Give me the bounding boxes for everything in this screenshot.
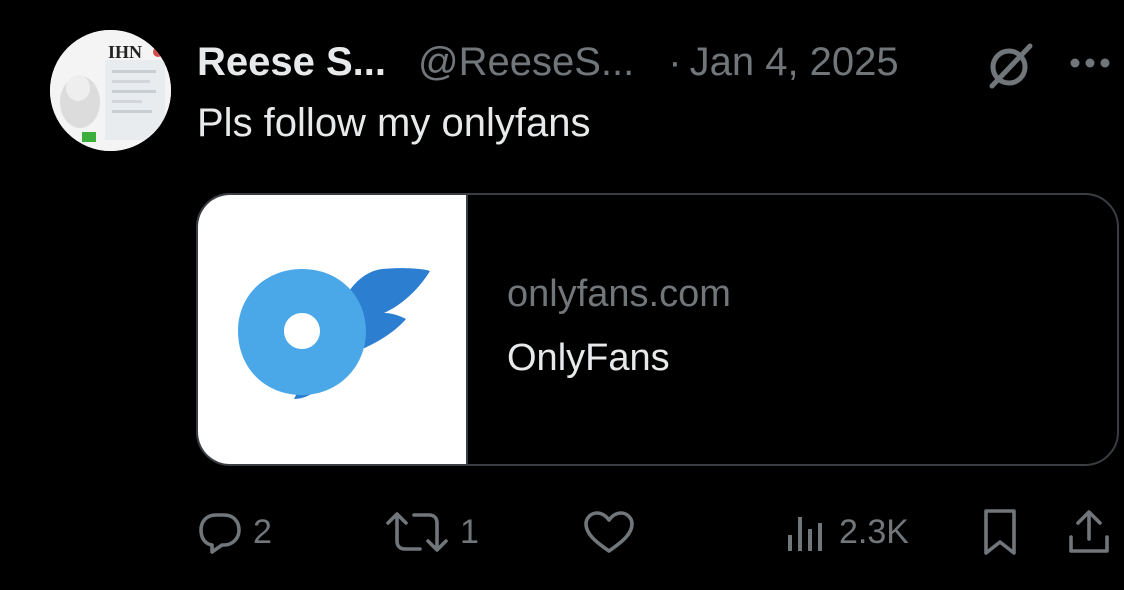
bookmark-button[interactable]: [980, 506, 1020, 558]
more-icon[interactable]: [1066, 50, 1114, 76]
author-avatar[interactable]: IHN: [50, 30, 171, 151]
retweet-icon: [386, 512, 448, 552]
retweet-count: 1: [460, 512, 479, 551]
onlyfans-logo-icon: [238, 268, 430, 399]
reply-button[interactable]: 2: [197, 506, 272, 558]
bookmark-icon: [984, 509, 1016, 555]
heart-icon: [584, 511, 634, 553]
card-title: OnlyFans: [507, 337, 670, 379]
like-button[interactable]: [582, 506, 646, 558]
tweet-header: Reese S... @ReeseS... · Jan 4, 2025: [197, 36, 899, 88]
views-count: 2.3K: [839, 512, 909, 551]
header-separator: ·: [668, 39, 682, 84]
profile-avatar-icon: IHN: [50, 30, 171, 151]
link-card[interactable]: onlyfans.com OnlyFans: [196, 193, 1119, 466]
share-button[interactable]: [1066, 506, 1112, 558]
author-handle[interactable]: @ReeseS...: [418, 40, 634, 85]
svg-text:IHN: IHN: [108, 42, 142, 62]
tweet[interactable]: IHN Reese S... @ReeseS... · Jan 4, 2025 …: [0, 0, 1124, 590]
views-button[interactable]: 2.3K: [783, 506, 909, 558]
tweet-text: Pls follow my onlyfans: [197, 101, 591, 145]
views-icon: [788, 517, 822, 551]
reply-icon: [199, 513, 241, 554]
author-display-name[interactable]: Reese S...: [197, 40, 386, 85]
share-icon: [1069, 510, 1109, 553]
tweet-date[interactable]: Jan 4, 2025: [690, 40, 899, 85]
card-thumbnail[interactable]: [198, 195, 468, 464]
card-domain: onlyfans.com: [507, 273, 731, 315]
grok-icon[interactable]: [984, 38, 1038, 92]
retweet-button[interactable]: 1: [384, 506, 479, 558]
reply-count: 2: [253, 512, 272, 551]
